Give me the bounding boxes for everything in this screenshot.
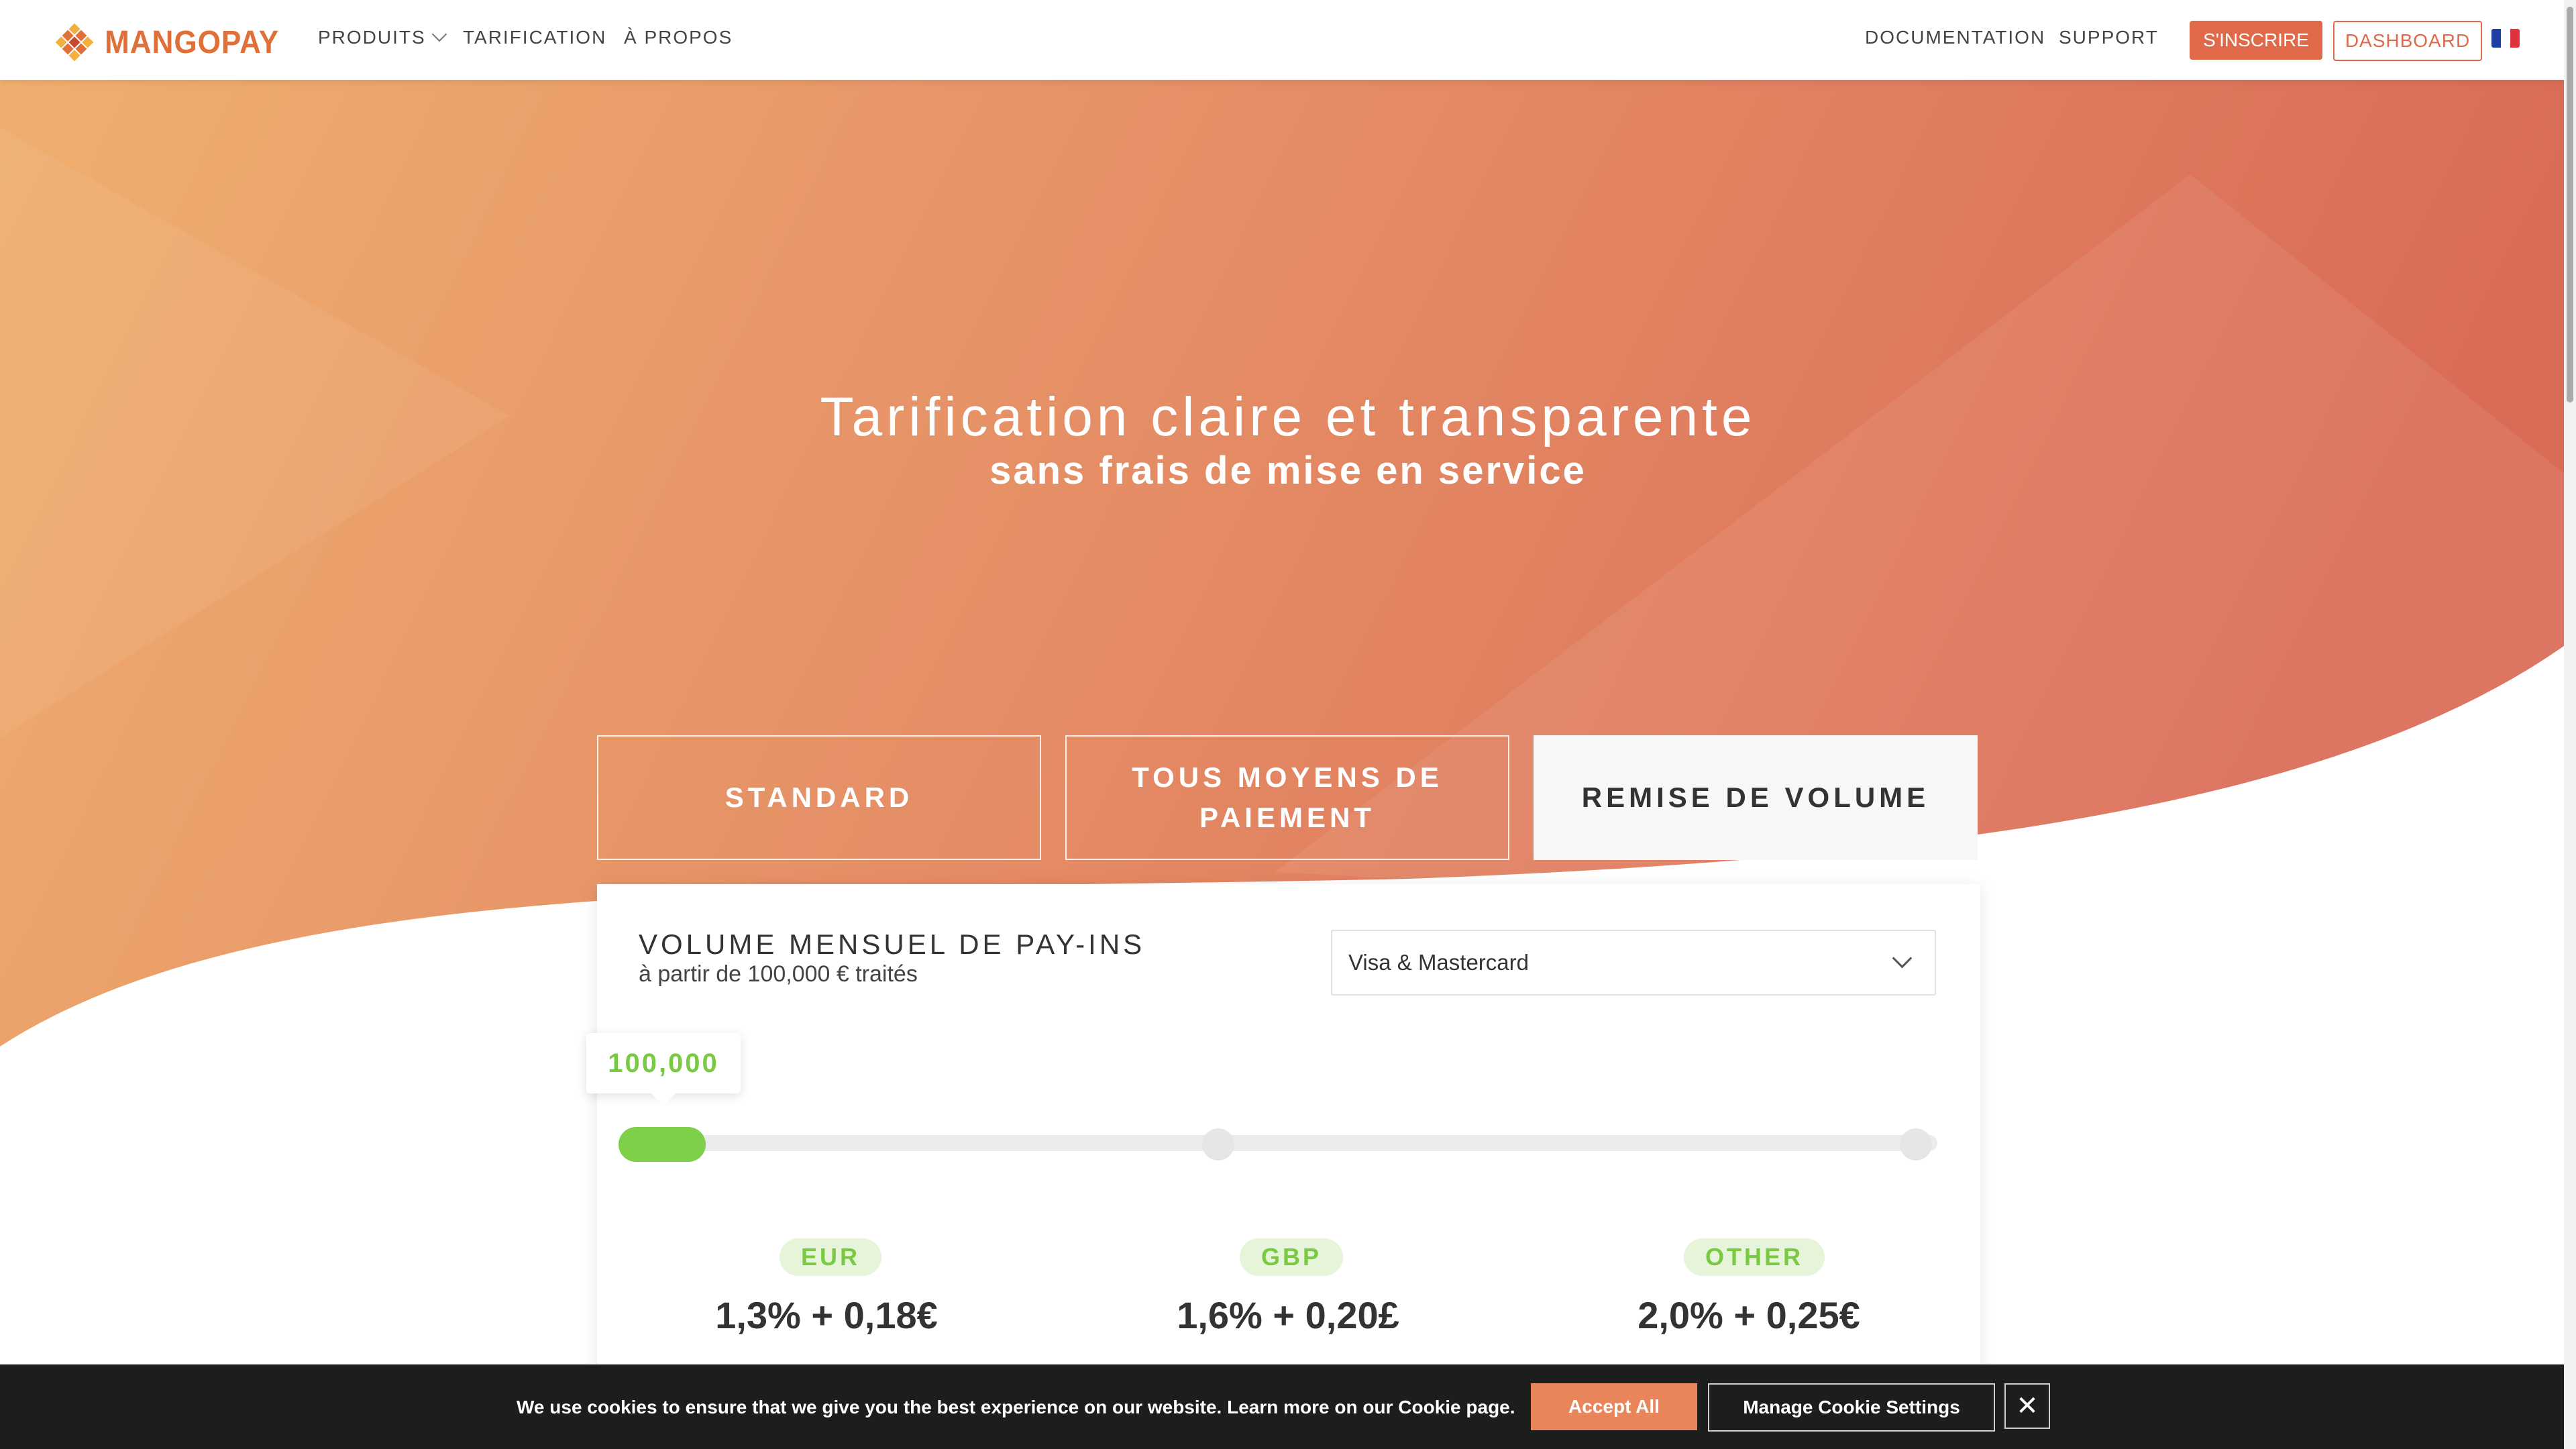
chevron-down-icon	[1892, 948, 1913, 969]
slider-stop-dot[interactable]	[1202, 1128, 1234, 1161]
nav-produits[interactable]: PRODUITS	[318, 26, 447, 48]
top-navbar: MANGOPAY PRODUITS TARIFICATION À PROPOS …	[0, 0, 2564, 80]
payment-method-value: Visa & Mastercard	[1348, 950, 1529, 975]
tab-remise-de-volume[interactable]: REMISE DE VOLUME	[1534, 735, 1978, 860]
currency-badge-gbp: GBP	[1240, 1238, 1344, 1276]
hero-title: Tarification claire et transparente	[820, 386, 1756, 447]
slider-stop-dot[interactable]	[1900, 1128, 1932, 1161]
currency-badge-other: OTHER	[1684, 1238, 1825, 1276]
chevron-down-icon	[431, 26, 447, 42]
nav-produits-label: PRODUITS	[318, 27, 426, 48]
dashboard-button[interactable]: DASHBOARD	[2333, 21, 2482, 61]
nav-tarification[interactable]: TARIFICATION	[463, 27, 606, 48]
signup-button[interactable]: S'INSCRIRE	[2190, 21, 2322, 60]
cookie-banner: We use cookies to ensure that we give yo…	[0, 1364, 2564, 1449]
nav-documentation[interactable]: DOCUMENTATION	[1865, 27, 2045, 48]
volume-title: VOLUME MENSUEL DE PAY-INS	[639, 928, 1146, 960]
brand-logo[interactable]: MANGOPAY	[52, 20, 294, 64]
mangopay-logo-icon	[55, 23, 94, 62]
volume-slider-track[interactable]	[624, 1135, 1937, 1151]
hero-subtitle: sans frais de mise en service	[989, 449, 1587, 492]
manage-cookies-button[interactable]: Manage Cookie Settings	[1708, 1383, 1995, 1432]
volume-subtitle: à partir de 100,000 € traités	[639, 961, 918, 987]
close-icon[interactable]: ✕	[2004, 1383, 2050, 1429]
payment-method-select[interactable]: Visa & Mastercard	[1331, 930, 1936, 996]
brand-name: MANGOPAY	[105, 24, 280, 60]
cookie-message: We use cookies to ensure that we give yo…	[517, 1397, 1515, 1417]
tab-standard[interactable]: STANDARD	[597, 735, 1041, 860]
price-other: 2,0% + 0,25€	[1638, 1294, 1860, 1336]
price-eur: 1,3% + 0,18€	[715, 1294, 938, 1336]
price-gbp: 1,6% + 0,20£	[1177, 1294, 1399, 1336]
tab-tous-moyens-de-paiement[interactable]: TOUS MOYENS DE PAIEMENT	[1065, 735, 1509, 860]
nav-a-propos[interactable]: À PROPOS	[624, 27, 733, 48]
volume-slider-handle[interactable]	[619, 1127, 706, 1162]
scrollbar-thumb[interactable]	[2567, 7, 2573, 402]
currency-badge-eur: EUR	[780, 1238, 882, 1276]
fr-flag-icon[interactable]	[2491, 29, 2520, 48]
slider-value-tooltip: 100,000	[586, 1033, 741, 1106]
nav-support[interactable]: SUPPORT	[2059, 27, 2159, 48]
accept-cookies-button[interactable]: Accept All	[1531, 1383, 1697, 1430]
